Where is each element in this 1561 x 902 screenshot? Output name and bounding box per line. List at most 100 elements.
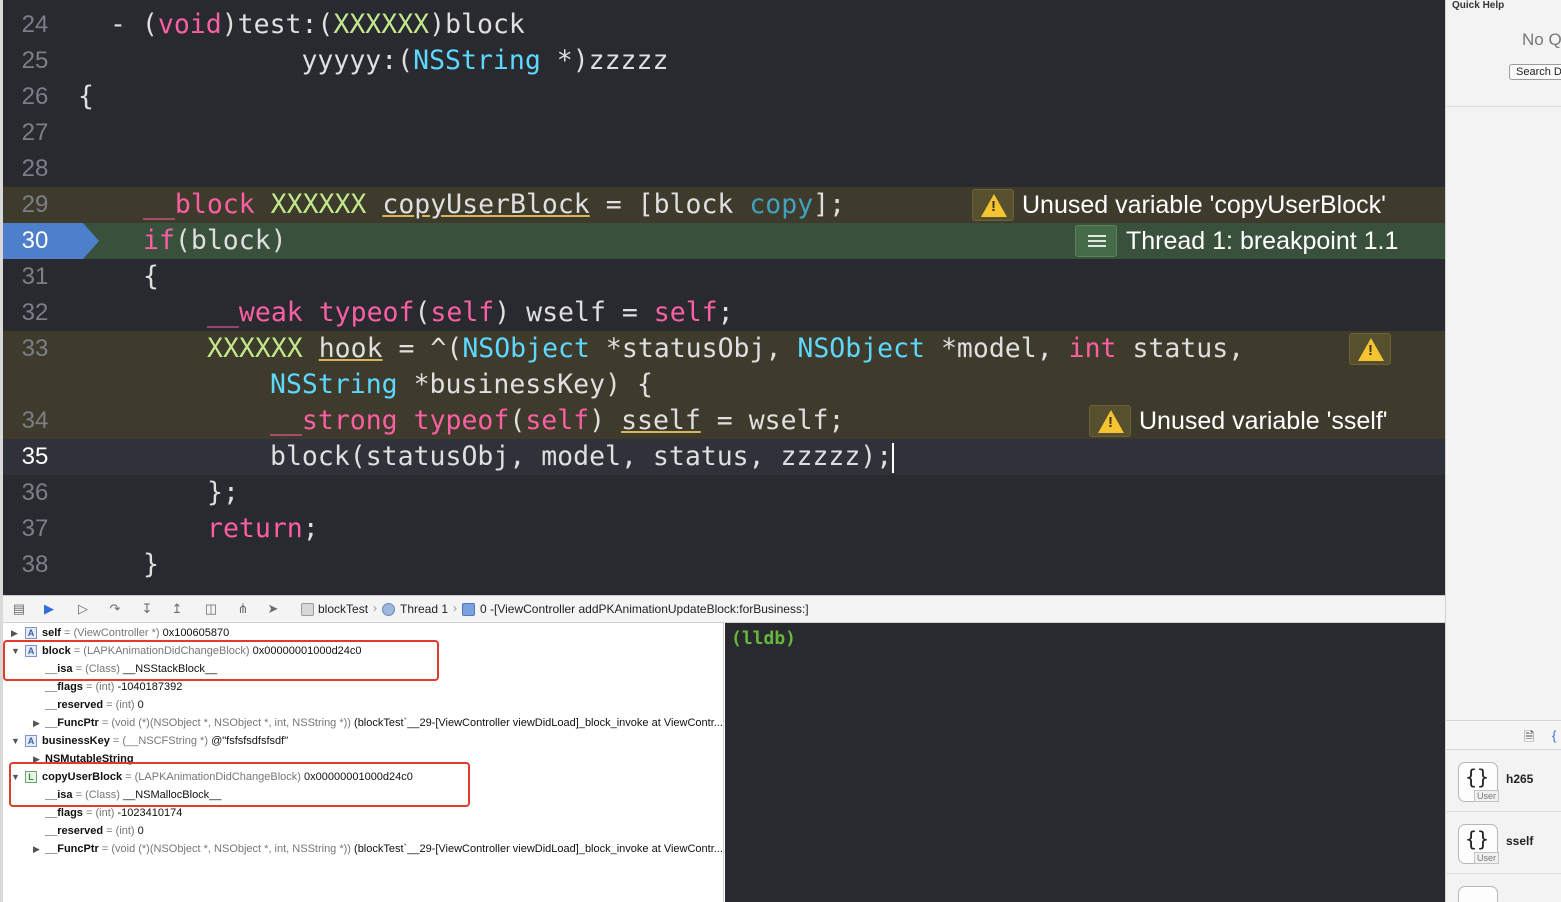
code-token: XXXXXX bbox=[207, 333, 303, 364]
code-line[interactable]: 26 { bbox=[3, 79, 1445, 115]
breadcrumb-target[interactable]: blockTest bbox=[318, 602, 368, 616]
code-token: return bbox=[207, 513, 303, 544]
debug-view-hierarchy-icon[interactable]: ◫ bbox=[203, 602, 219, 616]
line-number[interactable]: 33 bbox=[3, 331, 67, 367]
code-snippet-tab-icon[interactable]: { bbox=[1552, 728, 1556, 743]
code-text[interactable]: if(block) bbox=[143, 223, 287, 259]
code-text[interactable]: NSString *businessKey) { bbox=[270, 367, 653, 403]
thread-list-icon[interactable] bbox=[1075, 225, 1117, 257]
line-number[interactable]: 26 bbox=[3, 79, 67, 115]
code-text[interactable]: { bbox=[143, 259, 159, 295]
variable-type: (int) bbox=[95, 681, 115, 693]
code-line[interactable]: 31 { bbox=[3, 259, 1445, 295]
variable-row[interactable]: ▶ __FuncPtr = (void (*)(NSObject *, NSObj… bbox=[3, 840, 723, 858]
warning-icon[interactable] bbox=[1089, 405, 1131, 437]
snippet-label: sself bbox=[1506, 834, 1534, 848]
source-editor[interactable]: 24- (void)test:(XXXXXX)block 25 yyyyy:(NS… bbox=[3, 0, 1445, 595]
line-number[interactable]: 35 bbox=[3, 439, 67, 475]
warning-icon[interactable] bbox=[972, 189, 1014, 221]
disclosure-collapsed-icon[interactable]: ▶ bbox=[33, 840, 43, 858]
code-line[interactable]: 25 yyyyy:(NSString *)zzzzz bbox=[3, 43, 1445, 79]
breakpoints-toggle-icon[interactable]: ▶ bbox=[41, 602, 57, 616]
variable-name: __FuncPtr bbox=[45, 843, 99, 855]
code-line[interactable]: 35 block(statusObj, model, status, zzzzz)… bbox=[3, 439, 1445, 475]
variable-name: __reserved bbox=[45, 825, 104, 837]
variable-row[interactable]: ▶ __FuncPtr = (void (*)(NSObject *, NSObj… bbox=[3, 714, 723, 732]
step-into-icon[interactable]: ↧ bbox=[139, 602, 155, 616]
breadcrumb-thread[interactable]: Thread 1 bbox=[400, 602, 448, 616]
line-number[interactable]: 31 bbox=[3, 259, 67, 295]
file-template-icon[interactable]: 🗎 bbox=[1524, 728, 1534, 750]
snippet-label: h265 bbox=[1506, 772, 1534, 786]
code-line[interactable]: 33 XXXXXX hook = ^(NSObject *statusObj, N… bbox=[3, 331, 1445, 367]
warning-icon[interactable] bbox=[1349, 333, 1391, 365]
variable-row[interactable]: __reserved = (int) 0 bbox=[3, 822, 723, 840]
code-line[interactable]: 29 __block XXXXXX copyUserBlock = [block … bbox=[3, 187, 1445, 223]
disclosure-collapsed-icon[interactable]: ▶ bbox=[33, 714, 43, 732]
code-line[interactable]: 36}; bbox=[3, 475, 1445, 511]
line-number[interactable]: 27 bbox=[3, 115, 67, 151]
code-text[interactable]: __block XXXXXX copyUserBlock = [block co… bbox=[143, 187, 845, 223]
code-token: NSString bbox=[270, 369, 398, 400]
breakpoint-message[interactable]: Thread 1: breakpoint 1.1 bbox=[1126, 225, 1398, 257]
code-line[interactable]: 24 - (void)test:(XXXXXX)block bbox=[3, 7, 1445, 43]
lldb-console[interactable]: (lldb) bbox=[725, 623, 1445, 902]
line-number: 30 bbox=[21, 227, 49, 254]
line-number[interactable]: 29 bbox=[3, 187, 67, 223]
line-number[interactable]: 37 bbox=[3, 511, 67, 547]
code-token: self bbox=[430, 297, 495, 328]
breakpoint-marker[interactable]: 30 bbox=[3, 223, 99, 259]
code-line[interactable]: 27 bbox=[3, 115, 1445, 151]
step-over-icon[interactable]: ↷ bbox=[107, 602, 123, 616]
code-token: (block) bbox=[174, 225, 287, 256]
code-text[interactable]: return; bbox=[207, 511, 319, 547]
variable-row[interactable]: __reserved = (int) 0 bbox=[3, 696, 723, 714]
code-line[interactable]: 38} bbox=[3, 547, 1445, 583]
line-number[interactable] bbox=[3, 367, 67, 403]
line-number[interactable]: 24 bbox=[3, 7, 67, 43]
breadcrumb-frame[interactable]: 0 -[ViewController addPKAnimationUpdateB… bbox=[480, 602, 809, 616]
variable-name: businessKey bbox=[42, 735, 110, 747]
line-number[interactable]: 36 bbox=[3, 475, 67, 511]
code-text[interactable]: - (void)test:(XXXXXX)block bbox=[110, 7, 525, 43]
variable-type: (int) bbox=[115, 825, 135, 837]
snippet-item[interactable] bbox=[1446, 874, 1561, 902]
variable-type: (__NSCFString *) bbox=[122, 735, 208, 747]
hide-debug-area-icon[interactable]: ▤ bbox=[11, 602, 27, 616]
continue-icon[interactable]: ▷ bbox=[75, 602, 91, 616]
code-token: ( bbox=[509, 405, 526, 436]
code-text[interactable]: { bbox=[78, 79, 94, 115]
variable-value: -1023410174 bbox=[117, 807, 183, 819]
code-text[interactable]: __weak typeof(self) wself = self; bbox=[207, 295, 734, 331]
warning-message[interactable]: Unused variable 'copyUserBlock' bbox=[1022, 189, 1386, 221]
code-text[interactable]: }; bbox=[207, 475, 239, 511]
line-number[interactable]: 25 bbox=[3, 43, 67, 79]
snippet-item[interactable]: {} User h265 bbox=[1446, 750, 1561, 812]
code-text[interactable]: yyyyy:(NSString *)zzzzz bbox=[110, 43, 668, 79]
disclosure-expanded-icon[interactable]: ▼ bbox=[11, 732, 21, 750]
code-text[interactable]: } bbox=[143, 547, 159, 583]
code-token: { bbox=[78, 81, 94, 112]
snippet-item[interactable]: {} User sself bbox=[1446, 812, 1561, 874]
quick-help-title: Quick Help bbox=[1452, 0, 1505, 11]
code-line[interactable]: 37 return; bbox=[3, 511, 1445, 547]
warning-message[interactable]: Unused variable 'sself' bbox=[1139, 405, 1388, 437]
code-text[interactable]: block(statusObj, model, status, zzzzz); bbox=[270, 439, 895, 475]
line-number[interactable]: 32 bbox=[3, 295, 67, 331]
code-text[interactable]: XXXXXX hook = ^(NSObject *statusObj, NSO… bbox=[207, 331, 1244, 367]
simulate-location-icon[interactable]: ➤ bbox=[265, 602, 281, 616]
search-documentation-button[interactable]: Search D bbox=[1509, 64, 1561, 80]
code-line[interactable]: 28 bbox=[3, 151, 1445, 187]
code-line[interactable]: 34 __strong typeof(self) sself = wself; Un… bbox=[3, 403, 1445, 439]
code-line[interactable]: NSString *businessKey) { bbox=[3, 367, 1445, 403]
code-line[interactable]: 32 __weak typeof(self) wself = self; bbox=[3, 295, 1445, 331]
variable-row[interactable]: ▼ AbusinessKey = (__NSCFString *) @"fsfsf… bbox=[3, 732, 723, 750]
memory-graph-icon[interactable]: ⋔ bbox=[235, 602, 251, 616]
code-text[interactable]: __strong typeof(self) sself = wself; bbox=[270, 403, 844, 439]
code-line[interactable]: 30 if(block) Thread 1: breakpoint 1.1 bbox=[3, 223, 1445, 259]
line-number[interactable]: 34 bbox=[3, 403, 67, 439]
step-out-icon[interactable]: ↥ bbox=[169, 602, 185, 616]
code-token: __weak bbox=[207, 297, 303, 328]
line-number[interactable]: 38 bbox=[3, 547, 67, 583]
line-number[interactable]: 28 bbox=[3, 151, 67, 187]
